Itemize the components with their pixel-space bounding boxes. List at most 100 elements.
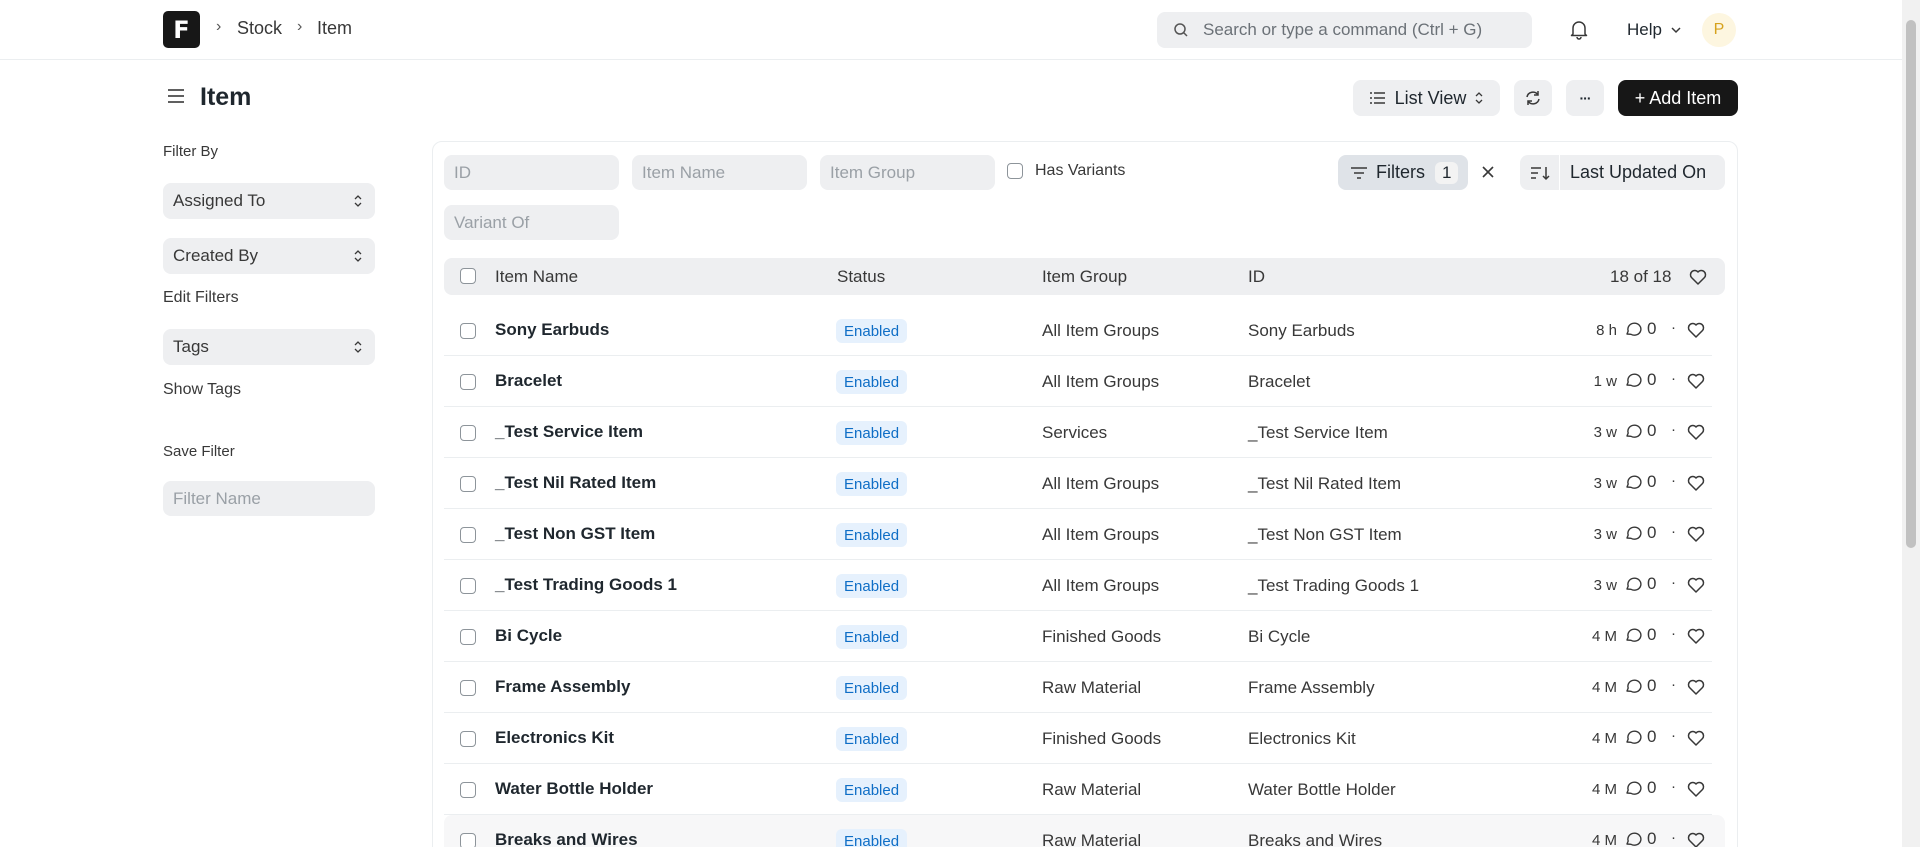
comment-count[interactable]: 0 <box>1624 625 1656 645</box>
item-name[interactable]: Electronics Kit <box>495 728 614 748</box>
heart-icon[interactable] <box>1686 524 1706 544</box>
help-dropdown[interactable]: Help <box>1627 20 1682 40</box>
row-checkbox[interactable] <box>460 629 476 645</box>
clear-filters-icon[interactable] <box>1476 160 1500 184</box>
item-name[interactable]: Frame Assembly <box>495 677 630 697</box>
row-checkbox[interactable] <box>460 731 476 747</box>
comment-count[interactable]: 0 <box>1624 472 1656 492</box>
row-checkbox[interactable] <box>460 323 476 339</box>
table-row[interactable]: Breaks and Wires Enabled Raw Material Br… <box>444 815 1725 847</box>
comment-count[interactable]: 0 <box>1624 778 1656 798</box>
show-tags-link[interactable]: Show Tags <box>163 381 241 399</box>
heart-icon[interactable] <box>1686 677 1706 697</box>
item-name[interactable]: Breaks and Wires <box>495 830 638 847</box>
comment-count[interactable]: 0 <box>1624 523 1656 543</box>
item-group: Raw Material <box>1042 831 1142 847</box>
row-checkbox[interactable] <box>460 782 476 798</box>
status-badge: Enabled <box>836 523 908 547</box>
variant-of-filter-input[interactable]: Variant Of <box>444 205 619 240</box>
edit-filters-link[interactable]: Edit Filters <box>163 289 239 307</box>
sort-by-button[interactable]: Last Updated On <box>1560 162 1706 183</box>
status-badge: Enabled <box>836 319 908 343</box>
row-checkbox[interactable] <box>460 476 476 492</box>
comment-icon <box>1626 730 1642 744</box>
select-all-checkbox[interactable] <box>460 268 476 284</box>
comment-icon <box>1626 577 1642 591</box>
heart-icon[interactable] <box>1686 626 1706 646</box>
status-badge: Enabled <box>836 625 908 649</box>
comment-count[interactable]: 0 <box>1624 829 1656 847</box>
item-name[interactable]: Water Bottle Holder <box>495 779 653 799</box>
assigned-to-select[interactable]: Assigned To <box>163 183 375 219</box>
heart-icon[interactable] <box>1686 728 1706 748</box>
breadcrumb-stock[interactable]: Stock <box>237 18 282 39</box>
sort-order-button[interactable] <box>1520 155 1560 190</box>
item-name[interactable]: _Test Nil Rated Item <box>495 473 656 493</box>
filters-count-badge: 1 <box>1435 161 1459 184</box>
notification-bell-icon[interactable] <box>1568 18 1590 40</box>
scrollbar-thumb[interactable] <box>1906 20 1916 548</box>
comment-count[interactable]: 0 <box>1624 319 1656 339</box>
item-group-filter-input[interactable]: Item Group <box>820 155 995 190</box>
header-item-name: Item Name <box>495 267 579 286</box>
comment-count[interactable]: 0 <box>1624 574 1656 594</box>
status-badge: Enabled <box>836 421 908 445</box>
refresh-button[interactable] <box>1514 80 1552 116</box>
table-row[interactable]: Water Bottle Holder Enabled Raw Material… <box>444 764 1712 815</box>
item-name-filter-input[interactable]: Item Name <box>632 155 807 190</box>
row-checkbox[interactable] <box>460 425 476 441</box>
table-row[interactable]: Bi Cycle Enabled Finished Goods Bi Cycle… <box>444 611 1712 662</box>
heart-icon[interactable] <box>1686 422 1706 442</box>
page-scrollbar[interactable] <box>1902 0 1920 847</box>
row-checkbox[interactable] <box>460 374 476 390</box>
filter-name-input[interactable]: Filter Name <box>163 481 375 516</box>
heart-icon[interactable] <box>1686 320 1706 340</box>
avatar[interactable]: P <box>1702 13 1736 47</box>
comment-count[interactable]: 0 <box>1624 676 1656 696</box>
save-filter-label: Save Filter <box>163 443 235 460</box>
tags-select[interactable]: Tags <box>163 329 375 365</box>
heart-icon[interactable] <box>1688 267 1708 287</box>
comment-icon <box>1626 322 1642 336</box>
table-row[interactable]: _Test Service Item Enabled Services _Tes… <box>444 407 1712 458</box>
comment-count[interactable]: 0 <box>1624 727 1656 747</box>
row-checkbox[interactable] <box>460 578 476 594</box>
row-checkbox[interactable] <box>460 680 476 696</box>
item-name[interactable]: _Test Service Item <box>495 422 643 442</box>
item-name[interactable]: Bi Cycle <box>495 626 562 646</box>
created-by-select[interactable]: Created By <box>163 238 375 274</box>
table-row[interactable]: Electronics Kit Enabled Finished Goods E… <box>444 713 1712 764</box>
breadcrumb-item[interactable]: Item <box>317 18 352 39</box>
filters-button[interactable]: Filters 1 <box>1338 155 1468 190</box>
row-checkbox[interactable] <box>460 833 476 847</box>
separator-dot: · <box>1671 829 1676 846</box>
item-name[interactable]: _Test Trading Goods 1 <box>495 575 677 595</box>
table-row[interactable]: _Test Non GST Item Enabled All Item Grou… <box>444 509 1712 560</box>
sidebar-toggle-icon[interactable] <box>166 86 186 106</box>
heart-icon[interactable] <box>1686 830 1706 847</box>
has-variants-checkbox[interactable] <box>1007 163 1023 179</box>
item-name[interactable]: Bracelet <box>495 371 562 391</box>
table-row[interactable]: Sony Earbuds Enabled All Item Groups Son… <box>444 305 1712 356</box>
table-row[interactable]: Bracelet Enabled All Item Groups Bracele… <box>444 356 1712 407</box>
heart-icon[interactable] <box>1686 575 1706 595</box>
table-row[interactable]: _Test Trading Goods 1 Enabled All Item G… <box>444 560 1712 611</box>
app-logo[interactable]: F <box>163 11 200 48</box>
row-checkbox[interactable] <box>460 527 476 543</box>
list-view-switcher[interactable]: List View <box>1353 80 1500 116</box>
item-name[interactable]: Sony Earbuds <box>495 320 609 340</box>
comment-count[interactable]: 0 <box>1624 421 1656 441</box>
item-name[interactable]: _Test Non GST Item <box>495 524 655 544</box>
comment-count[interactable]: 0 <box>1624 370 1656 390</box>
has-variants-filter[interactable]: Has Variants <box>1007 162 1125 180</box>
heart-icon[interactable] <box>1686 473 1706 493</box>
heart-icon[interactable] <box>1686 779 1706 799</box>
add-item-button[interactable]: + Add Item <box>1618 80 1738 116</box>
search-input[interactable]: Search or type a command (Ctrl + G) <box>1157 12 1532 48</box>
table-row[interactable]: Frame Assembly Enabled Raw Material Fram… <box>444 662 1712 713</box>
table-row[interactable]: _Test Nil Rated Item Enabled All Item Gr… <box>444 458 1712 509</box>
sort-icon <box>1530 166 1550 180</box>
id-filter-input[interactable]: ID <box>444 155 619 190</box>
more-options-button[interactable]: ··· <box>1566 80 1604 116</box>
heart-icon[interactable] <box>1686 371 1706 391</box>
